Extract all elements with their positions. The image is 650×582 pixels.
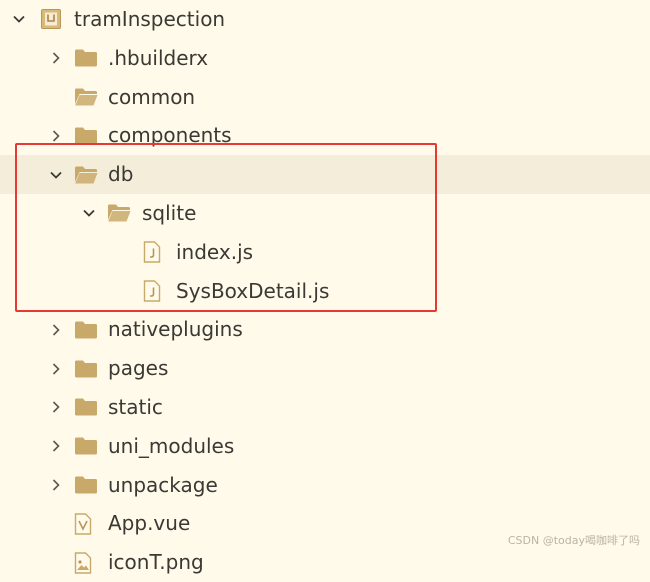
folder-icon	[74, 427, 98, 466]
tree-item-static[interactable]: static	[0, 388, 650, 427]
watermark: CSDN @today喝咖啡了吗	[507, 534, 640, 547]
tree-item-label: sqlite	[142, 200, 197, 225]
tree-item-uni-modules[interactable]: uni_modules	[0, 427, 650, 466]
project-icon	[40, 0, 62, 39]
tree-item-unpackage[interactable]: unpackage	[0, 466, 650, 505]
tree-item-hbuilderx[interactable]: .hbuilderx	[0, 39, 650, 78]
folder-icon	[74, 116, 98, 155]
chevron-down-icon[interactable]	[7, 0, 31, 39]
vue-file-icon	[74, 504, 92, 543]
tree-item-label: db	[108, 162, 134, 187]
folder-open-icon	[74, 78, 98, 117]
tree-item-label: uni_modules	[108, 433, 235, 458]
folder-icon	[74, 466, 98, 505]
chevron-right-icon[interactable]	[44, 39, 68, 78]
tree-item-nativeplugins[interactable]: nativeplugins	[0, 310, 650, 349]
tree-item-common[interactable]: common	[0, 78, 650, 117]
tree-item-label: static	[108, 394, 163, 419]
tree-item-icont-png[interactable]: iconT.png	[0, 543, 650, 582]
tree-item-pages[interactable]: pages	[0, 349, 650, 388]
tree-item-db[interactable]: db	[0, 155, 650, 194]
chevron-right-icon[interactable]	[44, 349, 68, 388]
js-file-icon	[143, 272, 161, 311]
chevron-right-icon[interactable]	[44, 116, 68, 155]
tree-item-label: tramInspection	[74, 7, 226, 31]
js-file-icon	[143, 233, 161, 272]
tree-item-label: nativeplugins	[108, 317, 243, 342]
folder-open-icon	[74, 155, 98, 194]
tree-item-label: SysBoxDetail.js	[176, 278, 330, 303]
folder-icon	[74, 388, 98, 427]
tree-item-sysboxdetail-js[interactable]: SysBoxDetail.js	[0, 272, 650, 311]
folder-icon	[74, 39, 98, 78]
tree-item-sqlite[interactable]: sqlite	[0, 194, 650, 233]
tree-item-components[interactable]: components	[0, 116, 650, 155]
chevron-down-icon[interactable]	[44, 155, 68, 194]
folder-open-icon	[107, 194, 131, 233]
tree-item-label: App.vue	[108, 511, 191, 536]
chevron-down-icon[interactable]	[77, 194, 101, 233]
chevron-right-icon[interactable]	[44, 310, 68, 349]
chevron-right-icon[interactable]	[44, 427, 68, 466]
tree-item-label: .hbuilderx	[108, 45, 209, 70]
tree-item-label: index.js	[176, 239, 254, 264]
folder-icon	[74, 349, 98, 388]
tree-item-label: common	[108, 84, 196, 109]
tree-item-label: components	[108, 123, 232, 148]
folder-icon	[74, 310, 98, 349]
chevron-right-icon[interactable]	[44, 466, 68, 505]
image-file-icon	[74, 543, 92, 582]
tree-root-tramInspection[interactable]: tramInspection	[0, 0, 650, 39]
tree-item-label: pages	[108, 356, 169, 381]
chevron-right-icon[interactable]	[44, 388, 68, 427]
tree-item-label: unpackage	[108, 472, 218, 497]
tree-item-index-js[interactable]: index.js	[0, 233, 650, 272]
tree-item-label: iconT.png	[108, 550, 204, 575]
file-explorer-tree: tramInspection .hbuilderx common compone…	[0, 0, 650, 582]
